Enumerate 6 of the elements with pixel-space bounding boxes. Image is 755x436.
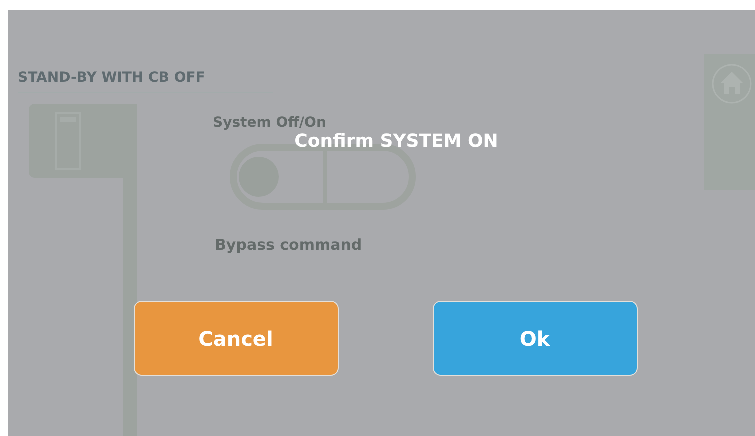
status-title: STAND-BY WITH CB OFF bbox=[18, 68, 273, 93]
cancel-button[interactable]: Cancel bbox=[134, 301, 338, 376]
dialog-title: Confirm SYSTEM ON bbox=[294, 130, 498, 154]
system-label: System Off/On bbox=[213, 114, 326, 133]
ok-button[interactable]: Ok bbox=[432, 301, 638, 376]
bypass-label: Bypass command bbox=[215, 235, 362, 256]
